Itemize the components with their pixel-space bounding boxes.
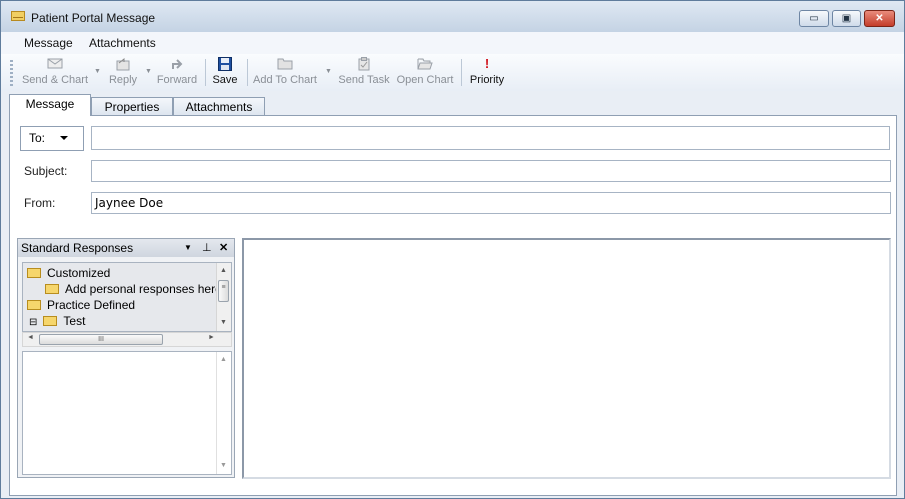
priority-button[interactable]: ! Priority xyxy=(467,57,507,89)
open-folder-icon xyxy=(43,316,58,326)
send-chart-dropdown-icon[interactable]: ▼ xyxy=(94,68,101,75)
scroll-down-icon[interactable]: ▼ xyxy=(220,319,227,326)
standard-responses-pane: Standard Responses ▼ ⊥ ✕ Customized Add … xyxy=(17,238,235,478)
reply-label: Reply xyxy=(108,74,138,86)
envelope-chart-icon xyxy=(47,57,63,71)
toolbar-separator xyxy=(247,59,248,86)
menu-message[interactable]: Message xyxy=(24,36,73,50)
add-to-chart-dropdown-icon[interactable]: ▼ xyxy=(325,68,332,75)
scroll-thumb[interactable]: ≡ xyxy=(218,280,229,302)
tree-item-customized[interactable]: Customized xyxy=(27,265,110,281)
chevron-down-icon xyxy=(60,136,68,140)
preview-vertical-scrollbar[interactable]: ▲ ▼ xyxy=(216,352,231,474)
folder-icon xyxy=(27,268,41,278)
forward-label: Forward xyxy=(156,74,198,86)
from-field[interactable]: Jaynee Doe xyxy=(91,192,891,214)
save-label: Save xyxy=(212,74,238,86)
priority-label: Priority xyxy=(469,74,505,86)
send-chart-label: Send & Chart xyxy=(21,74,89,86)
tree-item-test[interactable]: ⊟ Test xyxy=(29,313,85,329)
tab-attachments[interactable]: Attachments xyxy=(173,97,265,115)
toolbar-grip[interactable] xyxy=(10,60,13,86)
response-preview-list[interactable]: ▲ ▼ xyxy=(22,351,232,475)
scroll-down-icon[interactable]: ▼ xyxy=(220,462,227,469)
save-button[interactable]: Save xyxy=(209,57,241,89)
add-to-chart-button[interactable]: Add To Chart xyxy=(252,57,318,89)
scroll-up-icon[interactable]: ▲ xyxy=(220,267,227,274)
scroll-right-icon[interactable]: ► xyxy=(208,334,215,341)
tree-item-label: Add personal responses here... xyxy=(65,282,232,296)
subject-label: Subject: xyxy=(24,164,68,178)
close-button[interactable]: ✕ xyxy=(864,10,895,27)
clipboard-icon xyxy=(356,57,372,71)
toolbar-separator xyxy=(205,59,206,86)
folder-icon xyxy=(45,284,59,294)
open-folder-icon xyxy=(417,57,433,71)
tree-vertical-scrollbar[interactable]: ▲ ≡ ▼ xyxy=(216,263,231,331)
scroll-up-icon[interactable]: ▲ xyxy=(220,356,227,363)
to-label: To: xyxy=(29,131,46,145)
to-field[interactable] xyxy=(91,126,890,150)
tree-item-label: Customized xyxy=(47,266,111,280)
menu-attachments[interactable]: Attachments xyxy=(89,36,156,50)
menu-bar: Message Attachments xyxy=(1,32,904,54)
toolbar-separator xyxy=(461,59,462,86)
tab-properties[interactable]: Properties xyxy=(91,97,173,115)
floppy-disk-icon xyxy=(217,57,233,71)
exclamation-icon: ! xyxy=(484,56,490,71)
send-chart-button[interactable]: Send & Chart xyxy=(21,57,89,89)
collapse-icon[interactable]: ⊟ xyxy=(29,317,37,328)
tree-item-label: Test xyxy=(63,314,86,328)
tree-item-add-personal[interactable]: Add personal responses here... xyxy=(45,281,232,297)
patient-portal-message-window: Patient Portal Message ▭ ▣ ✕ Message Att… xyxy=(0,0,905,499)
to-dropdown-button[interactable]: To: xyxy=(20,126,84,151)
tree-item-label: Practice Defined xyxy=(47,298,136,312)
minimize-button[interactable]: ▭ xyxy=(799,10,829,27)
add-to-chart-label: Add To Chart xyxy=(252,74,317,86)
pane-close-icon[interactable]: ✕ xyxy=(219,239,228,257)
tree-horizontal-scrollbar[interactable]: ◄ III ► xyxy=(22,332,232,347)
responses-tree: Customized Add personal responses here..… xyxy=(22,262,232,332)
standard-responses-title: Standard Responses xyxy=(21,241,134,255)
horizontal-scroll-thumb[interactable]: III xyxy=(39,334,163,345)
standard-responses-header: Standard Responses ▼ ⊥ ✕ xyxy=(18,239,234,257)
scroll-left-icon[interactable]: ◄ xyxy=(27,334,34,341)
tab-strip: Message Properties Attachments xyxy=(1,91,904,116)
pane-dropdown-icon[interactable]: ▼ xyxy=(184,239,192,257)
from-label: From: xyxy=(24,196,56,210)
tab-message[interactable]: Message xyxy=(9,94,91,116)
pin-icon[interactable]: ⊥ xyxy=(202,239,212,257)
tree-item-practice-defined[interactable]: Practice Defined xyxy=(27,297,135,313)
open-chart-label: Open Chart xyxy=(396,74,454,86)
reply-button[interactable]: Reply xyxy=(104,57,142,89)
toolbar: Send & Chart ▼ Reply ▼ Forward Save Add … xyxy=(1,54,904,92)
message-panel: To: Subject: From: Jaynee Doe Standard R… xyxy=(9,115,897,496)
reply-icon xyxy=(115,57,131,71)
forward-arrow-icon xyxy=(169,57,185,71)
envelope-icon xyxy=(11,11,25,21)
reply-dropdown-icon[interactable]: ▼ xyxy=(145,68,152,75)
open-chart-button[interactable]: Open Chart xyxy=(396,57,454,89)
maximize-button[interactable]: ▣ xyxy=(832,10,861,27)
title-bar: Patient Portal Message ▭ ▣ ✕ xyxy=(1,1,904,32)
window-title: Patient Portal Message xyxy=(31,11,156,25)
folder-icon xyxy=(27,300,41,310)
forward-button[interactable]: Forward xyxy=(155,57,199,89)
subject-field[interactable] xyxy=(91,160,891,182)
message-body-editor[interactable] xyxy=(242,238,891,479)
send-task-label: Send Task xyxy=(338,74,390,86)
folder-icon xyxy=(277,57,293,71)
send-task-button[interactable]: Send Task xyxy=(338,57,390,89)
